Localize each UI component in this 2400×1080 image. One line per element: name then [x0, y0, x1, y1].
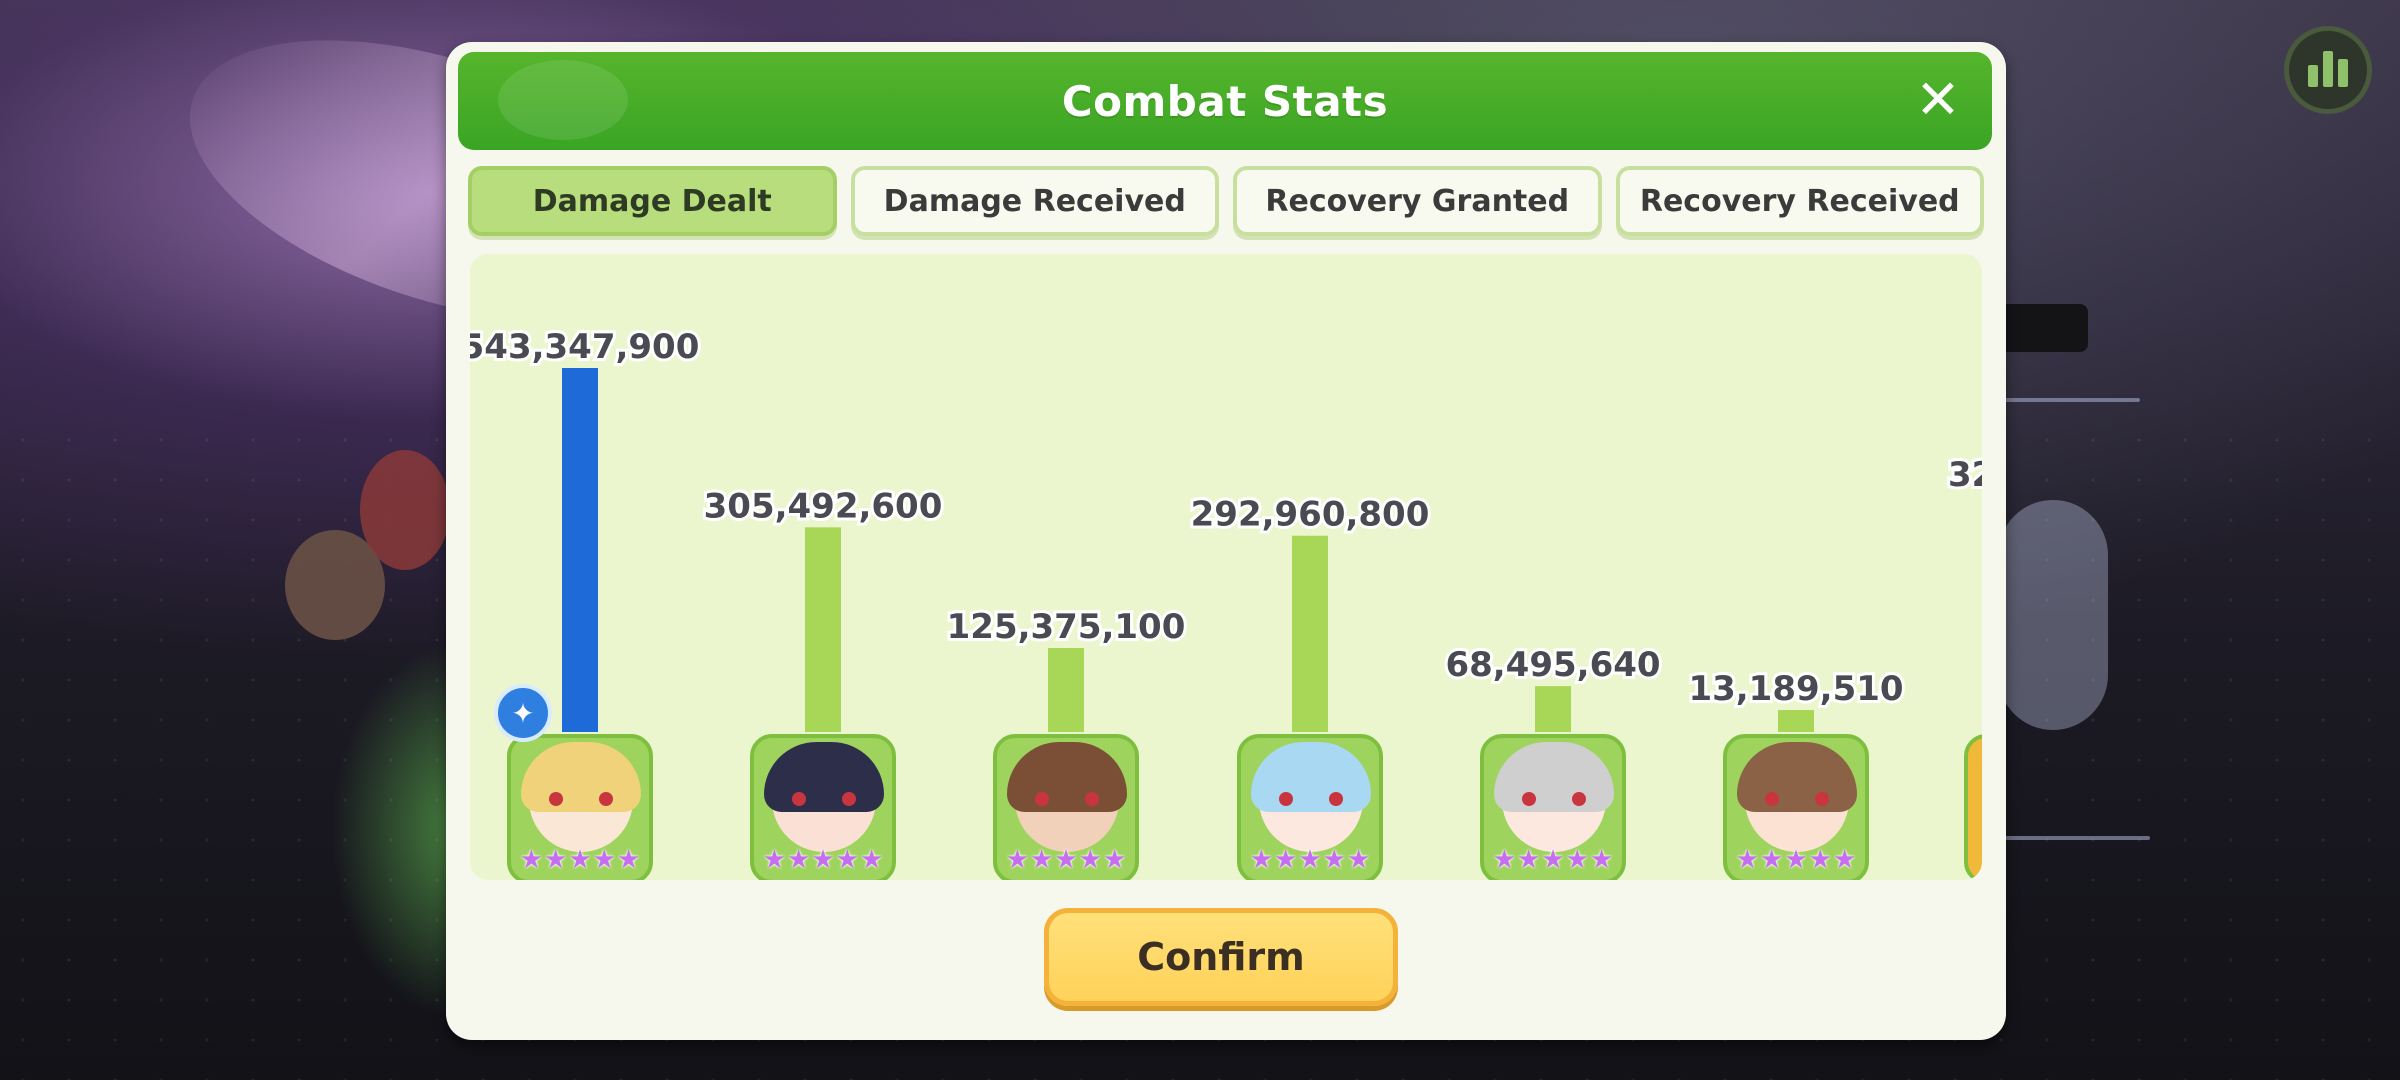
character-eyes — [1522, 792, 1586, 806]
dialog-title: Combat Stats — [1061, 76, 1389, 126]
damage-bar — [805, 527, 841, 732]
character-portrait-brunette[interactable]: ★ ★ ★ ★ ★ — [1723, 734, 1869, 880]
star-rating: ★ ★ ★ ★ ★ — [511, 844, 649, 876]
confirm-button[interactable]: Confirm — [1044, 908, 1398, 1006]
character-portrait-partial[interactable] — [1964, 734, 1982, 880]
dialog-header: Combat Stats ✕ — [458, 52, 1992, 150]
character-eyes — [1035, 792, 1099, 806]
damage-value-label: 13,189,510 — [1688, 669, 1903, 709]
tab-damage-dealt[interactable]: Damage Dealt — [468, 166, 837, 236]
damage-value-label-partial: 320 — [1948, 455, 1982, 495]
star-rating: ★ ★ ★ ★ ★ — [1484, 844, 1622, 876]
tab-recovery-received[interactable]: Recovery Received — [1615, 166, 1984, 236]
damage-bar — [1048, 648, 1084, 732]
star-icon: ★ — [1832, 845, 1857, 875]
star-icon: ★ — [1565, 845, 1589, 875]
star-icon: ★ — [1322, 845, 1346, 875]
damage-value-label: 543,347,900 — [470, 327, 699, 367]
damage-bar — [1535, 686, 1571, 732]
close-icon[interactable]: ✕ — [1914, 73, 1962, 127]
damage-value-label: 292,960,800 — [1191, 495, 1430, 535]
star-icon: ★ — [859, 845, 884, 875]
star-rating: ★ ★ ★ ★ ★ — [997, 844, 1135, 876]
character-eyes — [792, 792, 856, 806]
star-icon: ★ — [1054, 845, 1078, 875]
star-icon: ★ — [1102, 845, 1127, 875]
character-eyes — [1765, 792, 1829, 806]
star-icon: ★ — [811, 845, 835, 875]
damage-value-label: 68,495,640 — [1445, 645, 1660, 685]
star-icon: ★ — [1346, 845, 1371, 875]
tab-recovery-granted[interactable]: Recovery Granted — [1233, 166, 1602, 236]
star-icon: ★ — [1760, 845, 1784, 875]
star-icon: ★ — [1541, 845, 1565, 875]
star-icon: ★ — [1784, 845, 1808, 875]
star-rating: ★ ★ ★ ★ ★ — [754, 844, 892, 876]
background-character — [360, 450, 450, 570]
star-icon: ★ — [568, 845, 592, 875]
star-icon: ★ — [592, 845, 616, 875]
damage-value-label: 305,492,600 — [704, 486, 943, 526]
character-eyes — [1279, 792, 1343, 806]
star-icon: ★ — [544, 845, 568, 875]
star-icon: ★ — [1589, 845, 1614, 875]
character-portrait-red-cap[interactable]: ★ ★ ★ ★ ★ — [750, 734, 896, 880]
tab-bar: Damage Dealt Damage Received Recovery Gr… — [468, 166, 1984, 240]
character-eyes — [549, 792, 613, 806]
star-rating: ★ ★ ★ ★ ★ — [1727, 844, 1865, 876]
character-portrait-brown[interactable]: ★ ★ ★ ★ ★ — [993, 734, 1139, 880]
damage-bar — [1778, 710, 1814, 732]
star-icon: ★ — [1808, 845, 1832, 875]
character-portrait-silver[interactable]: ★ ★ ★ ★ ★ — [1480, 734, 1626, 880]
leader-badge-icon: ✦ — [494, 684, 552, 742]
star-icon: ★ — [1517, 845, 1541, 875]
star-icon: ★ — [1298, 845, 1322, 875]
star-icon: ★ — [616, 845, 641, 875]
star-icon: ★ — [787, 845, 811, 875]
combat-stats-dialog: Combat Stats ✕ Damage Dealt Damage Recei… — [446, 42, 2006, 1040]
star-icon: ★ — [1005, 845, 1030, 875]
character-portrait-blonde[interactable]: ★ ★ ★ ★ ★ — [507, 734, 653, 880]
star-icon: ★ — [1492, 845, 1517, 875]
bar-chart-icon[interactable] — [2284, 26, 2372, 114]
damage-bar — [1292, 535, 1328, 732]
star-icon: ★ — [519, 845, 544, 875]
damage-bar — [562, 368, 598, 732]
background-emblem — [1998, 500, 2108, 730]
character-portrait-blue[interactable]: ★ ★ ★ ★ ★ — [1237, 734, 1383, 880]
star-icon: ★ — [835, 845, 859, 875]
star-icon: ★ — [1249, 845, 1274, 875]
star-icon: ★ — [1735, 845, 1760, 875]
damage-chart-panel: 543,347,900 305,492,600 125,375,100 292,960… — [470, 254, 1982, 880]
star-icon: ★ — [762, 845, 787, 875]
star-icon: ★ — [1078, 845, 1102, 875]
tab-damage-received[interactable]: Damage Received — [850, 166, 1219, 236]
damage-value-label: 125,375,100 — [947, 607, 1186, 647]
star-icon: ★ — [1274, 845, 1298, 875]
star-icon: ★ — [1030, 845, 1054, 875]
star-rating: ★ ★ ★ ★ ★ — [1241, 844, 1379, 876]
